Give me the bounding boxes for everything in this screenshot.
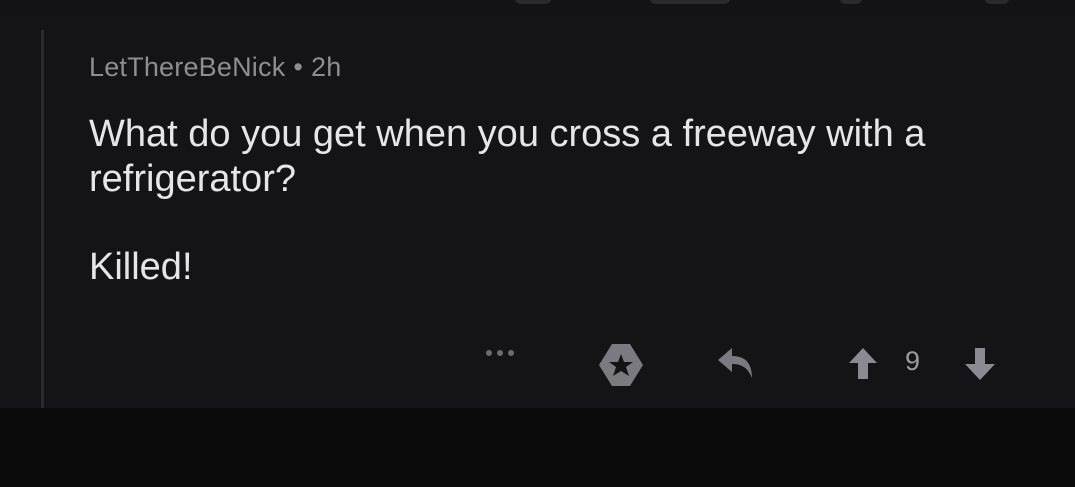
thread-indent-line[interactable] — [41, 30, 44, 408]
previous-comment-action-remnant — [650, 0, 730, 4]
more-options-button[interactable] — [478, 338, 524, 366]
author-username[interactable]: LetThereBeNick — [89, 52, 285, 82]
comment-paragraph: Killed! — [89, 246, 193, 288]
comment-age: 2h — [311, 52, 342, 82]
arrow-down-icon — [965, 348, 995, 380]
reply-button[interactable] — [716, 346, 758, 382]
comment-body: What do you get when you cross a freeway… — [89, 112, 1049, 290]
award-badge-icon — [599, 344, 643, 386]
upvote-button[interactable] — [847, 346, 879, 380]
feed-background — [0, 408, 1075, 487]
arrow-up-icon — [849, 348, 877, 379]
previous-comment-action-remnant — [515, 0, 551, 4]
more-dots-icon — [486, 350, 492, 356]
more-dots-icon — [508, 350, 514, 356]
previous-comment-action-bar — [0, 0, 1075, 14]
comment-meta: LetThereBeNick • 2h — [89, 52, 341, 83]
meta-separator: • — [293, 52, 304, 82]
comment-paragraph: What do you get when you cross a freeway… — [89, 113, 926, 200]
previous-comment-action-remnant — [985, 0, 1009, 4]
award-button[interactable] — [597, 342, 645, 388]
reply-arrow-icon — [718, 348, 752, 378]
previous-comment-action-remnant — [840, 0, 862, 4]
downvote-button[interactable] — [963, 346, 997, 382]
more-dots-icon — [497, 350, 503, 356]
vote-count: 9 — [905, 346, 921, 376]
